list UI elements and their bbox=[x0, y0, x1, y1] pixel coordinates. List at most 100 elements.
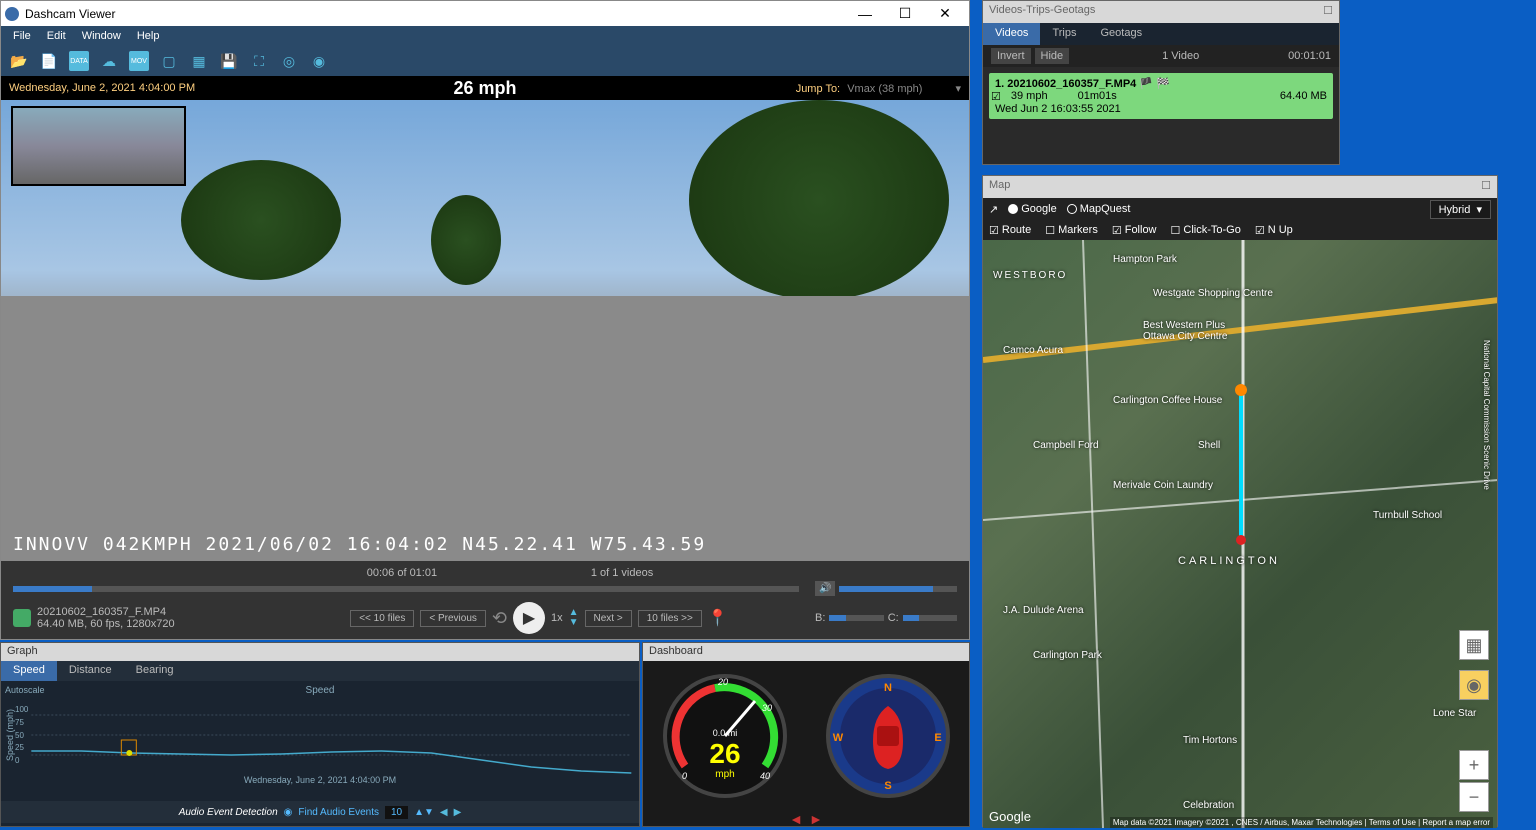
map-label: Carlington Park bbox=[1033, 650, 1102, 661]
volume-icon[interactable]: 🔊 bbox=[815, 581, 835, 596]
videos-titlebar: Videos-Trips-Geotags ☐ bbox=[983, 1, 1339, 23]
menu-help[interactable]: Help bbox=[129, 30, 168, 42]
map-type-select[interactable]: Hybrid ▾ bbox=[1430, 200, 1491, 219]
radio-mapquest[interactable]: MapQuest bbox=[1067, 203, 1131, 215]
right-arrow-icon: ► bbox=[809, 811, 823, 827]
seek-slider[interactable] bbox=[13, 586, 799, 592]
map-label: Westgate Shopping Centre bbox=[1153, 288, 1273, 299]
fullscreen-icon[interactable]: ⛶ bbox=[249, 51, 269, 71]
app-icon bbox=[5, 7, 19, 21]
picture-in-picture[interactable] bbox=[11, 106, 186, 186]
radio-google[interactable]: Google bbox=[1008, 203, 1056, 215]
tab-bearing[interactable]: Bearing bbox=[124, 661, 186, 681]
zoom-in-button[interactable]: + bbox=[1459, 750, 1489, 780]
aed-next-icon[interactable]: ▶ bbox=[454, 807, 462, 818]
find-audio-icon[interactable]: ◉ bbox=[284, 807, 293, 818]
brightness-label: B: bbox=[815, 612, 825, 624]
window-title: Dashcam Viewer bbox=[25, 7, 845, 21]
menu-window[interactable]: Window bbox=[74, 30, 129, 42]
close-button[interactable]: ✕ bbox=[925, 3, 965, 25]
map-options: ↗ Google MapQuest Hybrid ▾ bbox=[983, 198, 1497, 220]
speed-chart[interactable] bbox=[28, 695, 635, 775]
graph-tabs: Speed Distance Bearing bbox=[1, 661, 639, 681]
layout-icon[interactable]: ▦ bbox=[189, 51, 209, 71]
find-audio-button[interactable]: Find Audio Events bbox=[298, 807, 379, 818]
streetview-icon[interactable]: ◉ bbox=[1459, 670, 1489, 700]
compass-gauge: N E S W bbox=[823, 671, 953, 801]
check-click-to-go[interactable]: ☐ Click-To-Go bbox=[1171, 224, 1241, 237]
check-markers[interactable]: ☐ Markers bbox=[1045, 224, 1098, 237]
tab-speed[interactable]: Speed bbox=[1, 661, 57, 681]
map-label: Celebration bbox=[1183, 800, 1234, 811]
video-count: 1 of 1 videos bbox=[591, 567, 653, 579]
window-icon[interactable]: ▢ bbox=[159, 51, 179, 71]
playback-controls: 00:06 of 01:01 1 of 1 videos 🔊 20210602_… bbox=[1, 561, 969, 639]
svg-text:mph: mph bbox=[715, 769, 734, 780]
map-label: Hampton Park bbox=[1113, 254, 1177, 265]
overlay-dropdown-icon[interactable]: ▾ bbox=[955, 83, 961, 95]
map-label: Campbell Ford bbox=[1033, 440, 1099, 451]
contrast-slider[interactable] bbox=[903, 615, 957, 621]
previous-button[interactable]: < Previous bbox=[420, 610, 486, 627]
video-list-item[interactable]: 1. 20210602_160357_F.MP4 🏴 🏁 ☑ 39 mph 01… bbox=[989, 73, 1333, 119]
tab-trips[interactable]: Trips bbox=[1040, 23, 1088, 45]
map-panel: Map ☐ ↗ Google MapQuest Hybrid ▾ ☑ Route… bbox=[982, 175, 1498, 827]
tab-distance[interactable]: Distance bbox=[57, 661, 124, 681]
overlay-speed: 26 mph bbox=[326, 78, 643, 99]
map-checkboxes: ☑ Route ☐ Markers ☑ Follow ☐ Click-To-Go… bbox=[983, 220, 1497, 240]
open-file-icon[interactable]: 📄 bbox=[39, 51, 59, 71]
file-name: 20210602_160357_F.MP4 bbox=[37, 606, 175, 618]
aed-value[interactable]: 10 bbox=[385, 806, 408, 819]
tab-videos[interactable]: Videos bbox=[983, 23, 1040, 45]
map-district-label: CARLINGTON bbox=[1178, 555, 1280, 567]
videos-max-icon[interactable]: ☐ bbox=[1323, 4, 1333, 20]
volume-slider[interactable] bbox=[839, 586, 957, 592]
map-label: Merivale Coin Laundry bbox=[1113, 480, 1213, 491]
rewind-icon[interactable]: ⟲ bbox=[492, 608, 507, 629]
map-label: Camco Acura bbox=[1003, 345, 1063, 356]
share-icon[interactable]: ↗ bbox=[989, 203, 998, 216]
check-follow[interactable]: ☑ Follow bbox=[1112, 224, 1157, 237]
aed-stepper-icon[interactable]: ▲▼ bbox=[414, 807, 434, 818]
video-player[interactable]: Wednesday, June 2, 2021 4:04:00 PM 26 mp… bbox=[1, 76, 969, 561]
check-route[interactable]: ☑ Route bbox=[989, 224, 1031, 237]
brightness-slider[interactable] bbox=[829, 615, 883, 621]
map-view[interactable]: Hampton Park WESTBORO Westgate Shopping … bbox=[983, 240, 1497, 828]
play-button[interactable]: ▶ bbox=[513, 602, 545, 634]
save-icon[interactable]: 💾 bbox=[219, 51, 239, 71]
maximize-button[interactable]: ☐ bbox=[885, 3, 925, 25]
next-10-button[interactable]: 10 files >> bbox=[638, 610, 702, 627]
location-pin-icon[interactable]: 📍 bbox=[708, 608, 728, 628]
target-icon[interactable]: ◎ bbox=[279, 51, 299, 71]
cloud-icon[interactable]: ☁ bbox=[99, 51, 119, 71]
video-item-date: Wed Jun 2 16:03:55 2021 bbox=[995, 103, 1327, 115]
svg-text:N: N bbox=[884, 682, 892, 694]
minimize-button[interactable]: — bbox=[845, 3, 885, 25]
overlay-bar: Wednesday, June 2, 2021 4:04:00 PM 26 mp… bbox=[1, 76, 969, 100]
tab-geotags[interactable]: Geotags bbox=[1088, 23, 1154, 45]
contrast-label: C: bbox=[888, 612, 899, 624]
aed-prev-icon[interactable]: ◀ bbox=[440, 807, 448, 818]
map-max-icon[interactable]: ☐ bbox=[1481, 179, 1491, 195]
svg-text:40: 40 bbox=[760, 771, 770, 781]
jump-vmax[interactable]: Vmax (38 mph) bbox=[847, 83, 922, 95]
zoom-out-button[interactable]: − bbox=[1459, 782, 1489, 812]
prev-10-button[interactable]: << 10 files bbox=[350, 610, 414, 627]
record-icon[interactable]: ◉ bbox=[309, 51, 329, 71]
open-folder-icon[interactable]: 📂 bbox=[9, 51, 29, 71]
menu-file[interactable]: File bbox=[5, 30, 39, 42]
menu-edit[interactable]: Edit bbox=[39, 30, 74, 42]
hide-button[interactable]: Hide bbox=[1035, 48, 1070, 64]
next-button[interactable]: Next > bbox=[585, 610, 632, 627]
map-layers-button[interactable]: ▦ bbox=[1459, 630, 1489, 660]
rate-stepper-icon[interactable]: ▲▼ bbox=[569, 608, 579, 628]
map-label: WESTBORO bbox=[993, 270, 1067, 281]
invert-button[interactable]: Invert bbox=[991, 48, 1031, 64]
data-icon[interactable]: DATA bbox=[69, 51, 89, 71]
speed-gauge: 0.0 mi 26 mph 0 20 30 40 bbox=[660, 671, 790, 801]
check-n-up[interactable]: ☑ N Up bbox=[1255, 224, 1293, 237]
movie-icon[interactable]: MOV bbox=[129, 51, 149, 71]
file-details: 64.40 MB, 60 fps, 1280x720 bbox=[37, 618, 175, 630]
map-label: J.A. Dulude Arena bbox=[1003, 605, 1084, 616]
map-label: Best Western Plus Ottawa City Centre bbox=[1143, 320, 1253, 342]
